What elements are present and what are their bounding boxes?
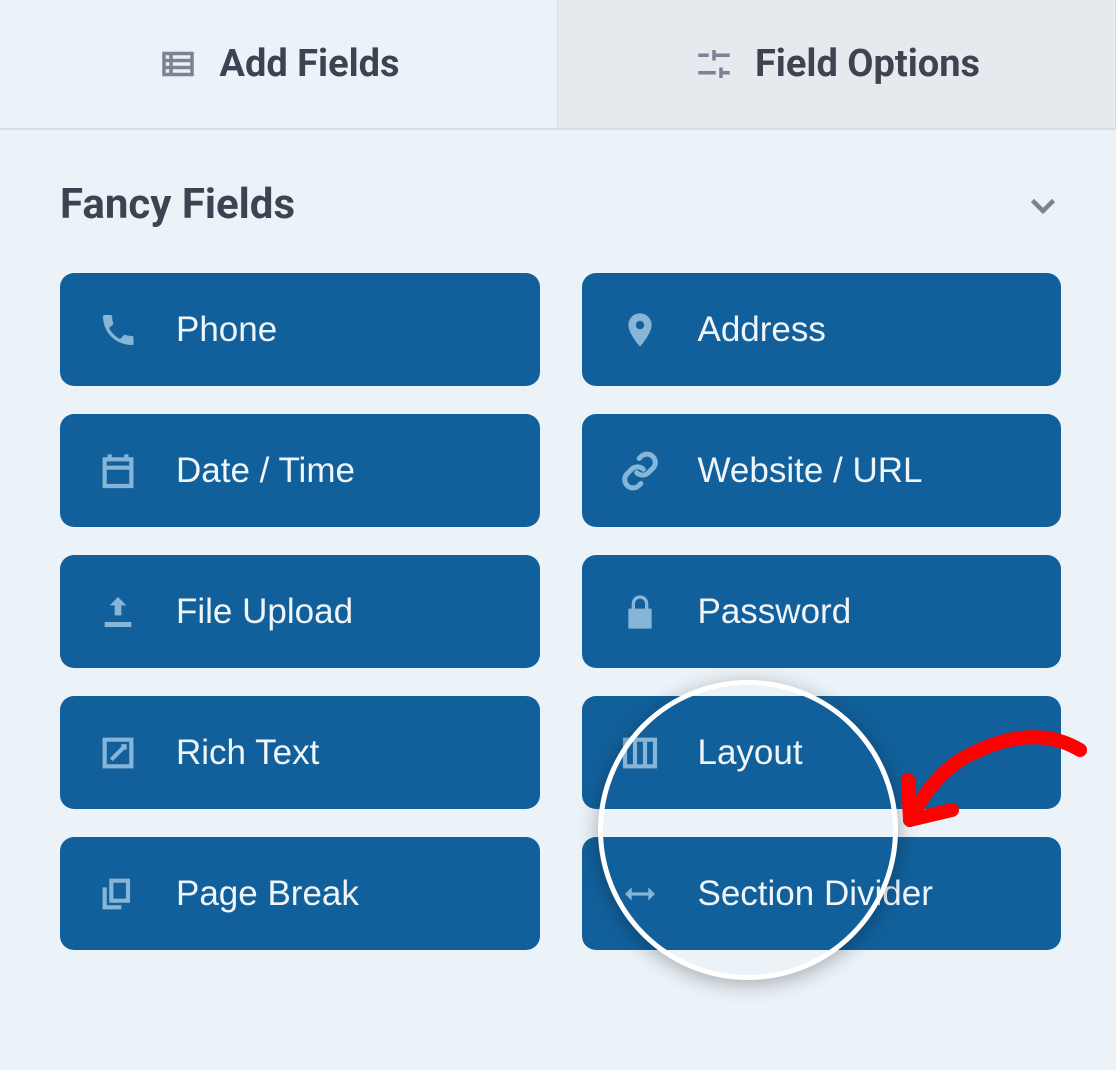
field-button-file-upload[interactable]: File Upload bbox=[60, 555, 540, 668]
lock-icon bbox=[620, 592, 660, 632]
tab-field-options[interactable]: Field Options bbox=[558, 0, 1116, 128]
field-label: Section Divider bbox=[698, 874, 933, 914]
link-icon bbox=[620, 451, 660, 491]
field-label: Page Break bbox=[176, 874, 359, 914]
chevron-down-icon bbox=[1025, 187, 1061, 223]
field-button-website-url[interactable]: Website / URL bbox=[582, 414, 1062, 527]
field-label: Rich Text bbox=[176, 733, 319, 773]
field-button-layout[interactable]: Layout bbox=[582, 696, 1062, 809]
field-button-password[interactable]: Password bbox=[582, 555, 1062, 668]
calendar-icon bbox=[98, 451, 138, 491]
field-button-page-break[interactable]: Page Break bbox=[60, 837, 540, 950]
upload-icon bbox=[98, 592, 138, 632]
field-button-section-divider[interactable]: Section Divider bbox=[582, 837, 1062, 950]
tabs: Add Fields Field Options bbox=[0, 0, 1116, 130]
field-label: Address bbox=[698, 310, 826, 350]
columns-icon bbox=[620, 733, 660, 773]
field-label: File Upload bbox=[176, 592, 353, 632]
tab-field-options-label: Field Options bbox=[755, 42, 980, 86]
fields-grid: Phone Address Date / Time Website / URL … bbox=[60, 273, 1061, 950]
field-label: Phone bbox=[176, 310, 277, 350]
tab-add-fields-label: Add Fields bbox=[219, 42, 399, 86]
field-button-rich-text[interactable]: Rich Text bbox=[60, 696, 540, 809]
field-label: Password bbox=[698, 592, 852, 632]
list-icon bbox=[157, 43, 199, 85]
tab-add-fields[interactable]: Add Fields bbox=[0, 0, 558, 128]
section-fancy-fields: Fancy Fields Phone Address Date / Time W… bbox=[0, 130, 1116, 950]
field-label: Date / Time bbox=[176, 451, 355, 491]
field-label: Layout bbox=[698, 733, 803, 773]
sliders-icon bbox=[693, 43, 735, 85]
field-button-address[interactable]: Address bbox=[582, 273, 1062, 386]
section-title: Fancy Fields bbox=[60, 180, 295, 229]
phone-icon bbox=[98, 310, 138, 350]
field-label: Website / URL bbox=[698, 451, 923, 491]
arrows-h-icon bbox=[620, 874, 660, 914]
copy-icon bbox=[98, 874, 138, 914]
field-button-phone[interactable]: Phone bbox=[60, 273, 540, 386]
pin-icon bbox=[620, 310, 660, 350]
field-button-date-time[interactable]: Date / Time bbox=[60, 414, 540, 527]
edit-icon bbox=[98, 733, 138, 773]
section-header[interactable]: Fancy Fields bbox=[60, 180, 1061, 229]
